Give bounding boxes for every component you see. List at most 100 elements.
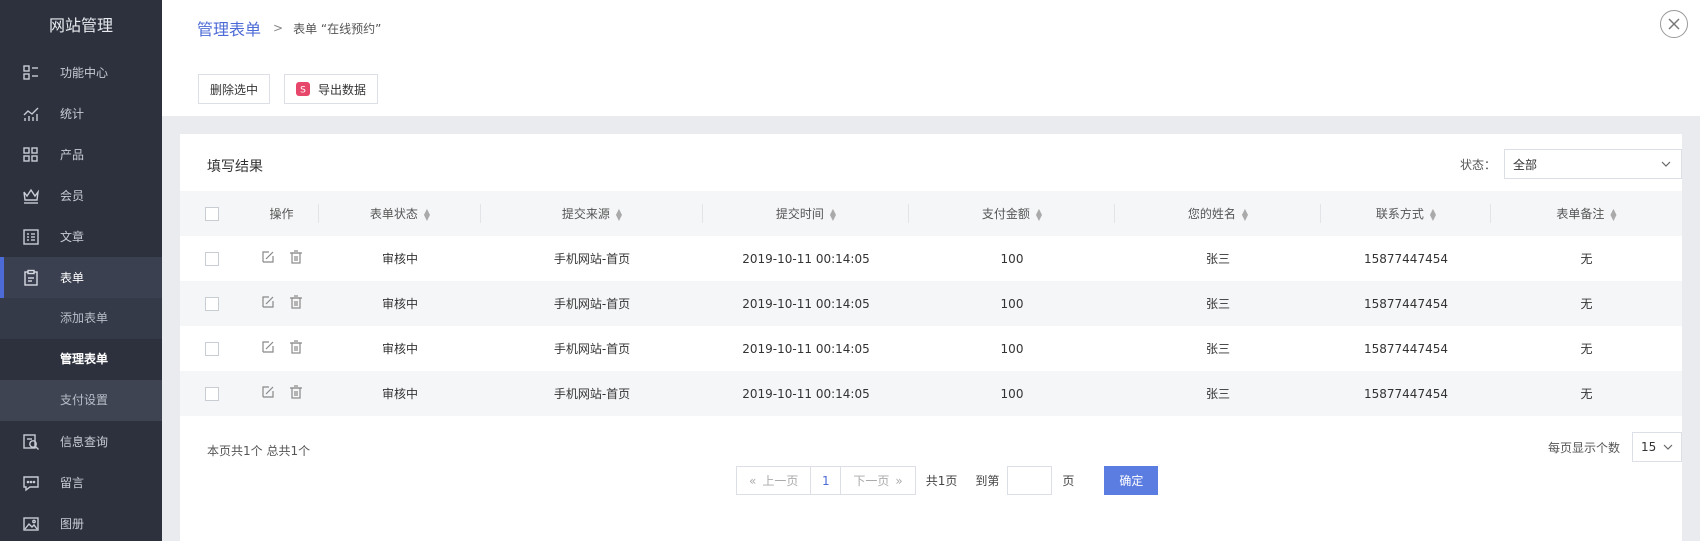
source-cell: 手机网站-首页 — [553, 342, 631, 356]
source-cell: 手机网站-首页 — [553, 252, 631, 266]
status-cell: 审核中 — [381, 252, 418, 266]
sidebar-item-label: 留言 — [60, 476, 85, 490]
export-data-button[interactable]: S 导出数据 — [284, 74, 379, 104]
column-header-actions: 操作 — [244, 191, 319, 236]
goto-label: 到第 — [975, 474, 1000, 488]
results-card: 填写结果 状态： 全部 操作 表单状态 ▲ ▼ 提交来源 ▲ ▼ 提交时间 ▲ ▼ 支付金额… — [180, 134, 1682, 541]
remark-cell: 无 — [1491, 281, 1682, 326]
double-chevron-right-icon: » — [895, 473, 903, 488]
sidebar-item-label: 图册 — [60, 517, 85, 531]
sidebar-item-info-query[interactable]: 信息查询 — [0, 421, 162, 462]
sidebar-subitem-payment-settings[interactable]: 支付设置 — [0, 380, 162, 421]
column-header-contact[interactable]: 联系方式 ▲ ▼ — [1321, 191, 1491, 236]
remark-cell: 无 — [1491, 371, 1682, 416]
goto-page-input[interactable] — [1007, 466, 1053, 495]
breadcrumb-form-name: 表单 “在线预约” — [293, 21, 382, 36]
amount-cell: 100 — [1000, 251, 1024, 266]
sort-icon[interactable]: ▲ ▼ — [616, 207, 622, 221]
sidebar-item-function-center[interactable]: 功能中心 — [0, 52, 162, 93]
sort-icon[interactable]: ▲ ▼ — [1242, 207, 1248, 221]
sidebar-item-label: 统计 — [60, 107, 85, 121]
column-header-remark[interactable]: 表单备注 ▲ ▼ — [1491, 191, 1682, 236]
sidebar-item-label: 文章 — [60, 230, 85, 244]
contact-cell: 15877447454 — [1364, 341, 1448, 356]
sidebar-item-message[interactable]: 留言 — [0, 462, 162, 503]
breadcrumb: 管理表单 > 表单 “在线预约” — [197, 16, 381, 40]
status-select[interactable]: 全部 — [1504, 149, 1682, 179]
column-header-label: 联系方式 — [1375, 207, 1424, 221]
column-header-label: 支付金额 — [981, 207, 1030, 221]
sidebar-item-article[interactable]: 文章 — [0, 216, 162, 257]
sidebar-subitem-manage-form[interactable]: 管理表单 — [0, 339, 162, 380]
status-cell: 审核中 — [381, 342, 418, 356]
edit-icon[interactable] — [261, 385, 275, 399]
close-button[interactable] — [1660, 10, 1688, 38]
row-checkbox[interactable] — [205, 386, 219, 401]
chevron-down-icon — [1663, 444, 1673, 450]
sort-icon[interactable]: ▲ ▼ — [1036, 207, 1042, 221]
total-pages: 共1页 — [925, 474, 958, 488]
select-all-checkbox[interactable] — [205, 206, 219, 221]
time-cell: 2019-10-11 00:14:05 — [742, 341, 870, 356]
column-header-amount[interactable]: 支付金额 ▲ ▼ — [909, 191, 1115, 236]
sort-icon[interactable]: ▲ ▼ — [830, 207, 836, 221]
contact-cell: 15877447454 — [1321, 371, 1491, 416]
next-page-button[interactable]: 下一页 » — [840, 466, 916, 495]
delete-icon[interactable] — [289, 295, 303, 309]
pagination: « 上一页 1 下一页 » 共1页 到第 页 确定 — [736, 466, 1159, 495]
sidebar-item-form[interactable]: 表单 — [0, 257, 162, 298]
sidebar: 网站管理 功能中心 统计 产品 会员 文章 表单 添加表单 管理表单 支付设置 … — [0, 0, 162, 541]
sort-icon[interactable]: ▲ ▼ — [1610, 207, 1616, 221]
sidebar-item-product[interactable]: 产品 — [0, 134, 162, 175]
edit-icon[interactable] — [261, 295, 275, 309]
remark-cell: 无 — [1580, 342, 1593, 356]
row-checkbox[interactable] — [205, 296, 219, 311]
breadcrumb-current[interactable]: 管理表单 — [197, 16, 261, 40]
page-number-current[interactable]: 1 — [811, 466, 841, 495]
delete-icon[interactable] — [289, 250, 303, 264]
time-cell: 2019-10-11 00:14:05 — [703, 371, 909, 416]
status-cell: 审核中 — [319, 281, 481, 326]
delete-icon[interactable] — [289, 340, 303, 354]
column-header-source[interactable]: 提交来源 ▲ ▼ — [481, 191, 703, 236]
sort-icon[interactable]: ▲ ▼ — [1430, 207, 1436, 221]
card-title: 填写结果 — [207, 159, 263, 175]
delete-selected-button[interactable]: 删除选中 — [198, 74, 271, 104]
sidebar-item-label: 会员 — [60, 189, 85, 203]
header-select-all — [180, 191, 244, 236]
sidebar-item-member[interactable]: 会员 — [0, 175, 162, 216]
per-page-control: 每页显示个数 15 — [1548, 432, 1682, 462]
export-icon: S — [296, 82, 310, 96]
album-icon — [22, 515, 40, 533]
chevron-down-icon — [1661, 161, 1671, 167]
article-icon — [22, 228, 40, 246]
column-header-name[interactable]: 您的姓名 ▲ ▼ — [1115, 191, 1321, 236]
sidebar-item-album[interactable]: 图册 — [0, 503, 162, 541]
sidebar-item-statistics[interactable]: 统计 — [0, 93, 162, 134]
info-query-icon — [22, 433, 40, 451]
amount-cell: 100 — [909, 281, 1115, 326]
name-cell: 张三 — [1205, 252, 1230, 266]
row-actions — [244, 371, 319, 416]
row-checkbox[interactable] — [205, 251, 219, 266]
prev-page-button[interactable]: « 上一页 — [736, 466, 812, 495]
sidebar-brand: 网站管理 — [48, 16, 113, 35]
sidebar-subitem-add-form[interactable]: 添加表单 — [0, 298, 162, 339]
column-header-status[interactable]: 表单状态 ▲ ▼ — [319, 191, 481, 236]
row-actions — [244, 236, 319, 281]
status-filter: 状态： 全部 — [1460, 149, 1682, 179]
edit-icon[interactable] — [261, 340, 275, 354]
row-checkbox[interactable] — [205, 341, 219, 356]
row-actions — [244, 281, 319, 326]
sort-icon[interactable]: ▲ ▼ — [424, 207, 430, 221]
per-page-select[interactable]: 15 — [1632, 432, 1682, 462]
delete-icon[interactable] — [289, 385, 303, 399]
column-header-time[interactable]: 提交时间 ▲ ▼ — [703, 191, 909, 236]
confirm-page-button[interactable]: 确定 — [1104, 466, 1159, 495]
breadcrumb-separator: > — [273, 21, 284, 35]
edit-icon[interactable] — [261, 250, 275, 264]
statistics-icon — [22, 105, 40, 123]
column-header-label: 提交时间 — [775, 207, 824, 221]
page-info: 本页共1个 总共1个 — [207, 444, 311, 458]
name-cell: 张三 — [1205, 342, 1230, 356]
